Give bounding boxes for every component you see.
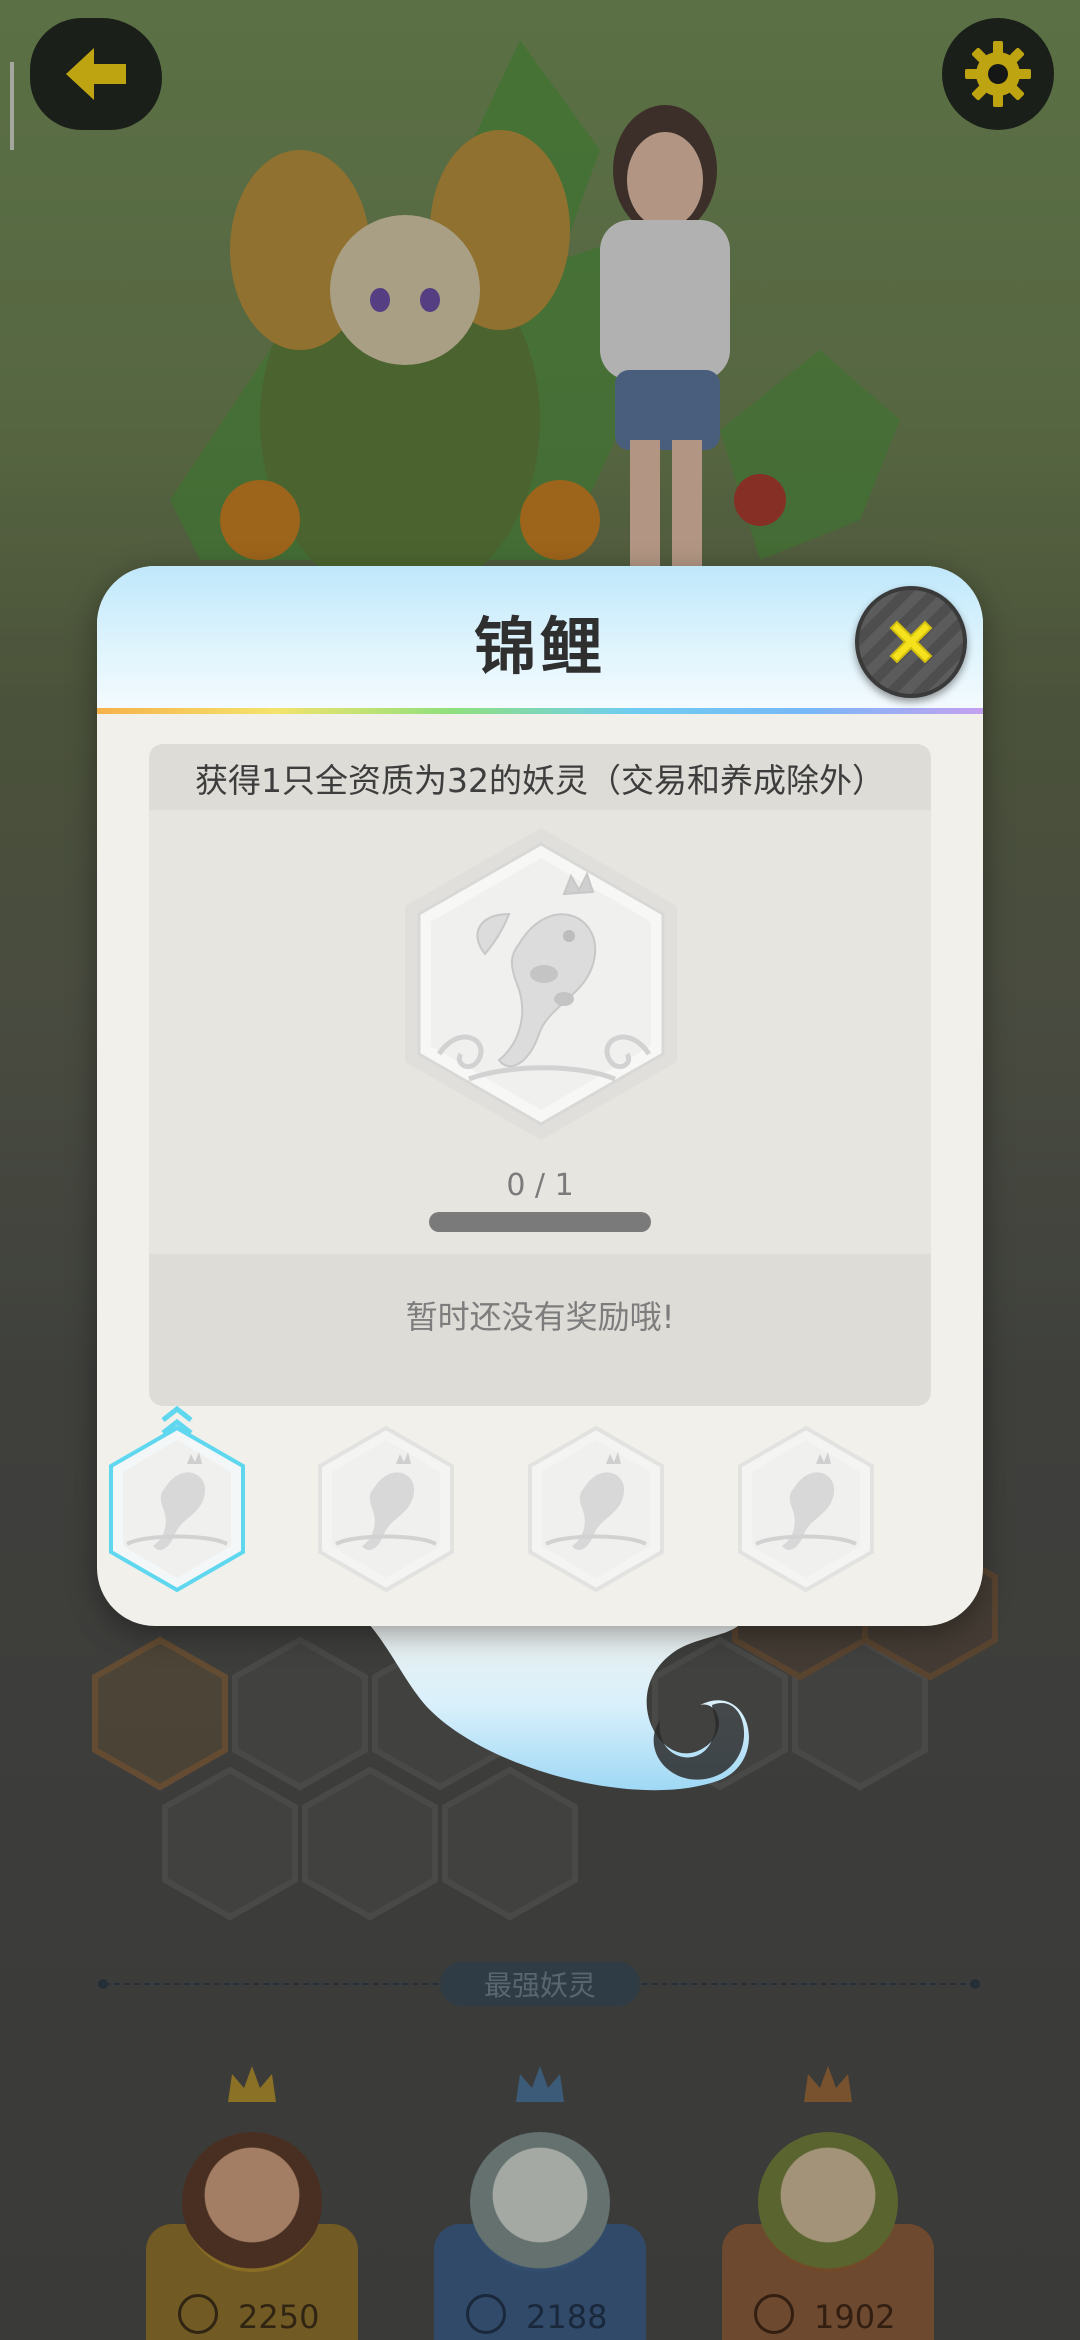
close-x-icon [889, 620, 933, 664]
header-rainbow-divider [97, 708, 983, 714]
reward-empty-text: 暂时还没有奖励哦! [405, 1298, 675, 1336]
achievement-description: 获得1只全资质为32的妖灵（交易和养成除外） [195, 761, 885, 800]
tier-badge-2[interactable] [314, 1424, 458, 1594]
koi-fish-icon [528, 1425, 664, 1593]
koi-fish-icon [738, 1425, 874, 1593]
koi-fish-icon [318, 1425, 454, 1593]
dialog-title: 锦鲤 [473, 610, 606, 683]
progress-text: 0 / 1 [506, 1168, 574, 1203]
tier-badge-3[interactable] [524, 1424, 668, 1594]
tier-badge-1[interactable] [105, 1406, 249, 1594]
progress-bar [429, 1212, 651, 1232]
close-button[interactable] [855, 586, 967, 698]
dialog-tail-decoration [340, 1600, 749, 1791]
koi-fish-icon [405, 828, 677, 1140]
chevron-up-icon [161, 1406, 193, 1435]
tier-badge-4[interactable] [734, 1424, 878, 1594]
achievement-dialog: 锦鲤 获得1只全资质为32的妖灵（交易和养成除外） 0 / 1 暂时还没有奖励哦… [97, 566, 983, 1626]
koi-fish-icon [109, 1425, 245, 1593]
achievement-panel: 获得1只全资质为32的妖灵（交易和养成除外） 0 / 1 暂时还没有奖励哦! [149, 744, 931, 1406]
